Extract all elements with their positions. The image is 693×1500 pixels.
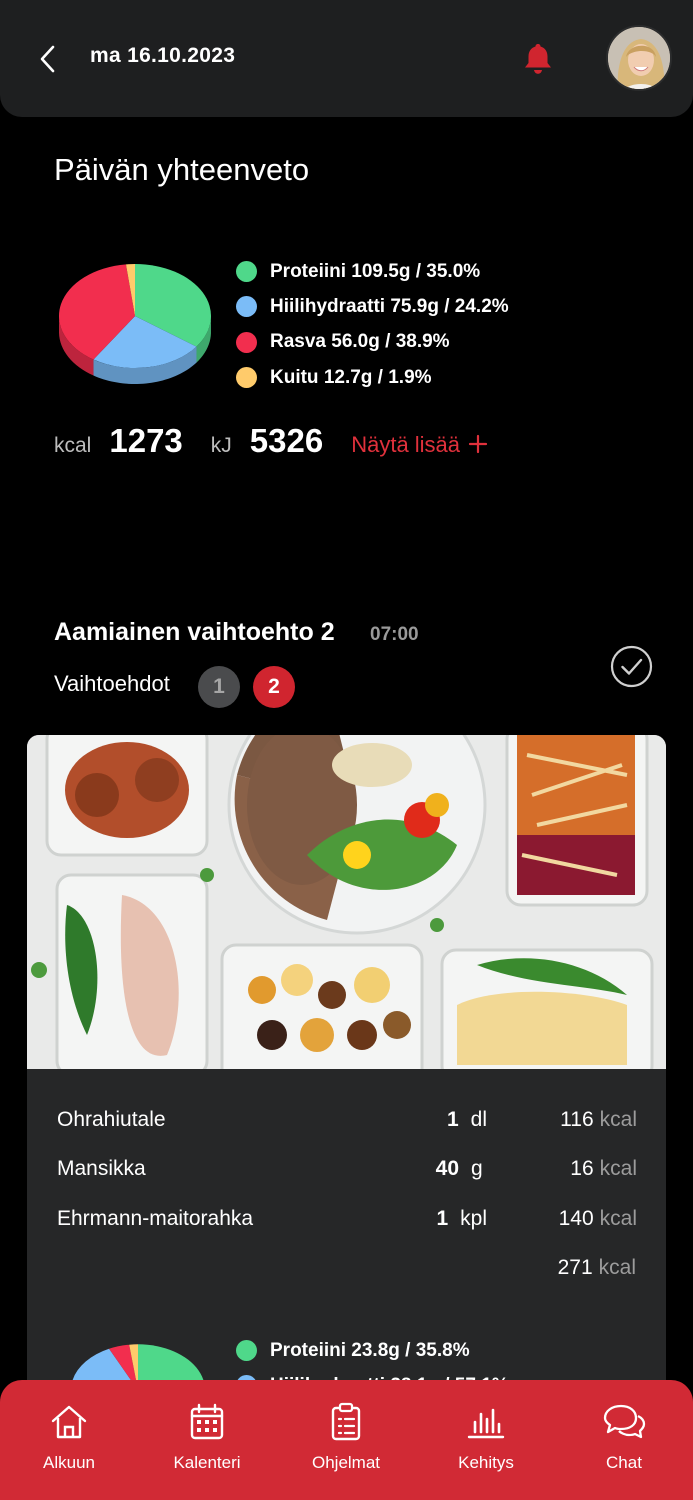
legend-dot (236, 367, 257, 389)
tab-progress[interactable]: Kehitys (426, 1380, 546, 1500)
food-quantity: 1 dl (357, 1108, 487, 1132)
macro-legend: Proteiini 109.5g / 35.0% Hiilihydraatti … (236, 254, 509, 395)
kj-label: kJ (210, 434, 232, 457)
legend-dot (236, 331, 257, 353)
top-bar: ma 16.10.2023 (0, 0, 693, 117)
chat-icon (603, 1404, 646, 1439)
kcal-value: 140 (558, 1207, 594, 1230)
show-more-link[interactable]: Näytä lisää (351, 432, 488, 458)
quantity-value: 1 (436, 1207, 449, 1230)
quantity-value: 40 (435, 1157, 459, 1180)
kcal-value: 116 (560, 1108, 594, 1131)
food-row[interactable]: Ohrahiutale 1 dl 116 kcal (57, 1108, 637, 1138)
total-value: 271 (557, 1256, 593, 1279)
food-name: Ehrmann-maitorahka (57, 1207, 254, 1230)
food-kcal: 140 kcal (559, 1207, 637, 1231)
legend-item-protein: Proteiini 23.8g / 35.8% (236, 1333, 509, 1368)
quantity-unit: dl (470, 1108, 487, 1131)
legend-dot (236, 261, 257, 283)
total-unit: kcal (598, 1256, 636, 1279)
legend-item-fat: Rasva 56.0g / 38.9% (236, 325, 509, 360)
legend-item-fiber: Kuitu 12.7g / 1.9% (236, 360, 509, 395)
option-2-button[interactable]: 2 (253, 666, 295, 708)
options-label: Vaihtoehdot (54, 671, 170, 696)
legend-label: Kuitu 12.7g / 1.9% (270, 366, 432, 388)
tab-home[interactable]: Alkuun (9, 1380, 129, 1500)
kcal-label: kcal (54, 434, 92, 457)
food-quantity: 1 kpl (357, 1207, 487, 1231)
summary-title: Päivän yhteenveto (54, 152, 310, 187)
quantity-unit: g (471, 1157, 483, 1180)
legend-item-protein: Proteiini 109.5g / 35.0% (236, 254, 509, 289)
food-quantity: 40 g (357, 1157, 487, 1181)
tab-label: Ohjelmat (311, 1453, 381, 1472)
tab-label: Chat (606, 1453, 642, 1472)
food-kcal: 16 kcal (570, 1157, 637, 1181)
legend-item-carbs: Hiilihydraatti 75.9g / 24.2% (236, 289, 509, 324)
bell-icon[interactable] (522, 42, 554, 76)
kcal-unit: kcal (599, 1108, 637, 1131)
meal-time: 07:00 (370, 624, 419, 645)
tab-label: Kehitys (458, 1453, 514, 1472)
food-name: Mansikka (57, 1157, 146, 1180)
food-row[interactable]: Ehrmann-maitorahka 1 kpl 140 kcal (57, 1207, 637, 1237)
home-icon (51, 1405, 87, 1439)
tab-chat[interactable]: Chat (564, 1380, 684, 1500)
kcal-value: 1273 (109, 422, 183, 459)
meal-total-kcal: 271 kcal (558, 1256, 636, 1280)
food-row[interactable]: Mansikka 40 g 16 kcal (57, 1157, 637, 1187)
tab-label: Alkuun (43, 1453, 95, 1472)
tab-programs[interactable]: Ohjelmat (286, 1380, 406, 1500)
page-date: ma 16.10.2023 (90, 44, 236, 67)
bottom-tab-bar: Alkuun Kalenteri Ohjelmat Kehitys Chat (0, 1380, 693, 1500)
legend-label: Proteiini 109.5g / 35.0% (270, 260, 481, 282)
tab-label: Kalenteri (173, 1453, 241, 1472)
chevron-left-icon[interactable] (36, 44, 62, 74)
kcal-unit: kcal (599, 1157, 637, 1180)
check-circle-icon[interactable] (610, 645, 653, 688)
option-1-button[interactable]: 1 (198, 666, 240, 708)
kj-value: 5326 (249, 422, 324, 459)
tab-calendar[interactable]: Kalenteri (147, 1380, 267, 1500)
bar-chart-icon (467, 1408, 505, 1439)
legend-label: Proteiini 23.8g / 35.8% (270, 1339, 470, 1361)
macro-pie-chart (58, 264, 211, 384)
legend-dot (236, 296, 257, 318)
food-name: Ohrahiutale (57, 1108, 166, 1131)
legend-label: Hiilihydraatti 75.9g / 24.2% (270, 295, 509, 317)
legend-dot (236, 1340, 257, 1362)
kcal-unit: kcal (599, 1207, 637, 1230)
show-more-label: Näytä lisää (351, 432, 461, 457)
plus-icon (468, 434, 488, 454)
kcal-value: 16 (570, 1157, 594, 1180)
meal-title: Aamiainen vaihtoehto 2 (54, 618, 335, 646)
legend-label: Rasva 56.0g / 38.9% (270, 331, 450, 353)
profile-photo (608, 27, 670, 89)
meal-photo (27, 735, 666, 1070)
energy-summary: kcal 1273 kJ 5326 Näytä lisää (54, 422, 488, 472)
quantity-unit: kpl (460, 1207, 487, 1230)
clipboard-icon (331, 1402, 361, 1441)
food-image (27, 735, 666, 1070)
quantity-value: 1 (446, 1108, 459, 1131)
food-kcal: 116 kcal (560, 1108, 637, 1132)
avatar[interactable] (606, 25, 672, 91)
calendar-icon (190, 1403, 224, 1440)
